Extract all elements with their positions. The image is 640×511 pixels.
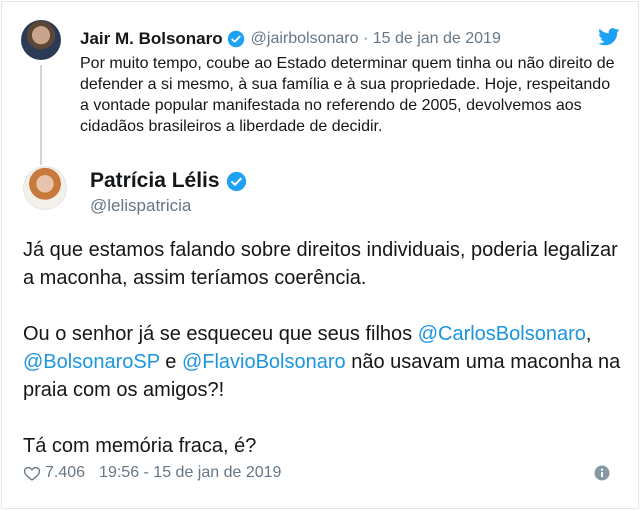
tweet-footer: 7.406 19:56 - 15 de jan de 2019: [23, 462, 281, 484]
text-fragment: e: [159, 351, 182, 373]
parent-handle-date: @jairbolsonaro · 15 de jan de 2019: [251, 30, 501, 48]
text-fragment: Ou o senhor já se esqueceu que seus filh…: [23, 323, 418, 345]
text-fragment: ,: [585, 323, 592, 345]
parent-tweet-header: Jair M. Bolsonaro @jairbolsonaro · 15 de…: [80, 28, 501, 50]
mention-link-bolsonarosp[interactable]: @BolsonaroSP: [23, 351, 160, 373]
twitter-bird-icon[interactable]: [598, 28, 620, 46]
tweet-paragraph: Tá com memória fraca, é?: [23, 435, 257, 457]
parent-author-handle[interactable]: @jairbolsonaro: [251, 30, 359, 47]
tweet-paragraph: Ou o senhor já se esqueceu que seus filh…: [23, 320, 623, 404]
main-avatar[interactable]: [23, 166, 67, 210]
mention-link-carlos[interactable]: @CarlosBolsonaro: [418, 323, 586, 345]
parent-author-name[interactable]: Jair M. Bolsonaro: [80, 29, 223, 49]
heart-icon[interactable]: [23, 465, 41, 481]
mention-link-flavio[interactable]: @FlavioBolsonaro: [182, 351, 346, 373]
like-count[interactable]: 7.406: [45, 464, 85, 482]
separator-dot: ·: [362, 30, 369, 47]
info-icon[interactable]: [594, 465, 610, 481]
parent-avatar[interactable]: [21, 20, 61, 60]
parent-tweet-text: Por muito tempo, coube ao Estado determi…: [80, 55, 615, 135]
embedded-tweet-card: Jair M. Bolsonaro @jairbolsonaro · 15 de…: [1, 1, 639, 509]
tweet-paragraph: Já que estamos falando sobre direitos in…: [23, 239, 618, 289]
tweet-timestamp[interactable]: 19:56 - 15 de jan de 2019: [99, 464, 281, 482]
verified-badge-icon: [227, 30, 244, 48]
thread-line: [40, 65, 42, 165]
parent-date[interactable]: 15 de jan de 2019: [373, 30, 501, 47]
parent-tweet[interactable]: Jair M. Bolsonaro @jairbolsonaro · 15 de…: [2, 2, 638, 165]
main-author: Patrícia Lélis: [90, 169, 247, 193]
main-tweet-text: Já que estamos falando sobre direitos in…: [23, 236, 623, 460]
main-author-handle[interactable]: @lelispatricia: [90, 196, 191, 216]
main-author-name[interactable]: Patrícia Lélis: [90, 169, 220, 193]
verified-badge-icon: [226, 171, 246, 191]
